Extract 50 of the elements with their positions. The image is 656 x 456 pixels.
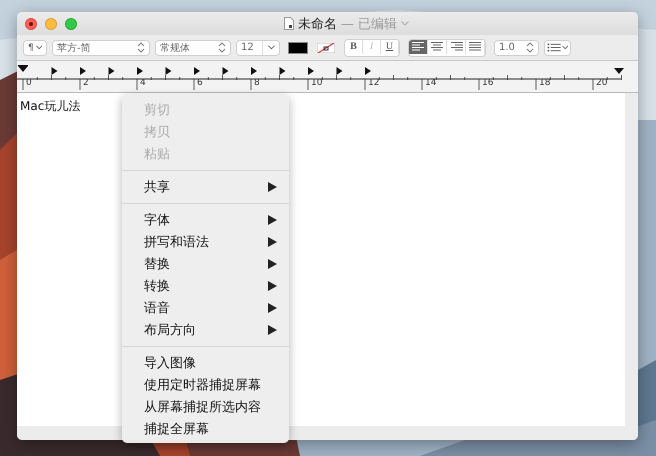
ruler-label: 14 bbox=[425, 78, 438, 89]
menu-item[interactable]: 布局方向 bbox=[122, 319, 289, 341]
menu-item[interactable]: 字体 bbox=[122, 209, 289, 231]
ruler-label: 12 bbox=[368, 78, 380, 89]
align-icon bbox=[468, 42, 482, 52]
menu-item[interactable]: 从屏幕捕捉所选内容 bbox=[122, 396, 289, 418]
ruler-label: 6 bbox=[197, 78, 204, 89]
align-icon bbox=[430, 42, 444, 52]
line-spacing-select[interactable]: 1.0 bbox=[494, 40, 539, 56]
menu-item[interactable]: 使用定时器捕捉屏幕 bbox=[122, 374, 289, 396]
stepper-icon bbox=[137, 42, 145, 53]
align-button[interactable] bbox=[409, 40, 428, 54]
font-family-select[interactable]: 苹方-简 bbox=[52, 40, 150, 56]
menu-item[interactable]: 导入图像 bbox=[122, 352, 289, 374]
font-size-field[interactable]: 12 bbox=[236, 40, 280, 56]
menu-item[interactable]: 转换 bbox=[122, 275, 289, 297]
menu-item[interactable]: 捕捉全屏幕 bbox=[122, 418, 289, 440]
document-icon bbox=[284, 17, 294, 30]
chevron-icon bbox=[268, 45, 274, 50]
ruler-label: 4 bbox=[140, 78, 147, 89]
background-color-well[interactable] bbox=[316, 40, 336, 54]
list-style-button[interactable] bbox=[544, 40, 571, 56]
ruler-label: 0 bbox=[26, 78, 33, 89]
font-style-select[interactable]: 常规体 bbox=[155, 40, 231, 56]
align-icon bbox=[411, 42, 425, 52]
menu-item[interactable]: 共享 bbox=[122, 176, 289, 198]
ruler-label: 10 bbox=[311, 78, 324, 89]
close-button[interactable] bbox=[25, 18, 37, 30]
ruler-label: 2 bbox=[83, 78, 90, 89]
document-text[interactable]: Mac玩儿法 bbox=[20, 99, 80, 113]
menu-item[interactable]: 拼写和语法 bbox=[122, 231, 289, 253]
ruler-label: 18 bbox=[539, 78, 552, 89]
align-icon bbox=[449, 42, 463, 52]
paragraph-styles-button[interactable]: ¶ bbox=[23, 40, 47, 56]
menu-item[interactable]: 替换 bbox=[122, 253, 289, 275]
chevron-icon bbox=[36, 45, 42, 50]
bullet-list-icon bbox=[547, 43, 562, 52]
ruler-label: 20 bbox=[596, 78, 608, 89]
ruler-label: 8 bbox=[254, 78, 261, 89]
menu-item[interactable]: 语音 bbox=[122, 297, 289, 319]
align-button[interactable] bbox=[466, 40, 485, 54]
align-button[interactable] bbox=[428, 40, 447, 54]
text-color-well[interactable] bbox=[288, 40, 308, 54]
stepper-icon bbox=[218, 42, 226, 53]
stepper-icon bbox=[526, 42, 534, 53]
edited-status: — 已编辑 bbox=[340, 16, 398, 32]
ruler-label: 16 bbox=[482, 78, 494, 89]
chevron-icon bbox=[562, 45, 568, 50]
text-style-button[interactable]: B bbox=[345, 40, 363, 54]
window-title: 未命名 bbox=[298, 16, 337, 32]
